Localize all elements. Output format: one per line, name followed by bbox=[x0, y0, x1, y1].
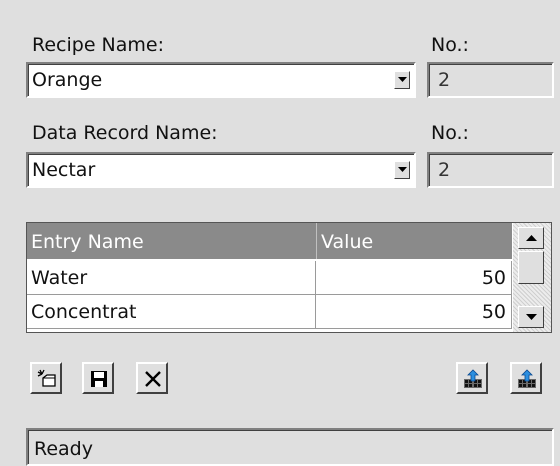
table-header: Entry Name Value bbox=[27, 223, 512, 259]
data-record-no-value: 2 bbox=[438, 159, 451, 181]
recipe-no-label: No.: bbox=[431, 34, 469, 56]
delete-button[interactable] bbox=[136, 362, 168, 394]
scroll-down-button[interactable] bbox=[518, 306, 544, 328]
status-text: Ready bbox=[34, 438, 93, 460]
import-button[interactable] bbox=[510, 362, 542, 394]
scrollbar-thumb[interactable] bbox=[518, 251, 544, 284]
delete-icon bbox=[145, 371, 161, 387]
table-row[interactable]: Water 50 bbox=[27, 261, 512, 295]
column-header-value[interactable]: Value bbox=[317, 223, 512, 259]
recipe-no-field: 2 bbox=[427, 62, 554, 98]
arrow-up-icon bbox=[526, 235, 537, 241]
entry-name-cell[interactable]: Concentrat bbox=[27, 295, 316, 329]
new-record-button[interactable] bbox=[30, 362, 62, 394]
recipe-name-combobox[interactable]: Orange bbox=[26, 62, 416, 98]
data-record-name-combobox[interactable]: Nectar bbox=[26, 152, 416, 188]
chevron-down-icon bbox=[398, 77, 407, 82]
import-icon bbox=[518, 369, 536, 388]
arrow-down-icon bbox=[526, 314, 537, 320]
recipe-name-label: Recipe Name: bbox=[32, 34, 165, 56]
export-icon bbox=[464, 369, 482, 388]
data-record-name-value: Nectar bbox=[32, 159, 96, 181]
status-bar: Ready bbox=[26, 428, 554, 466]
entry-value-cell[interactable]: 50 bbox=[316, 261, 512, 295]
recipe-no-value: 2 bbox=[438, 69, 451, 91]
data-record-no-field: 2 bbox=[427, 152, 554, 188]
entry-name-cell[interactable]: Water bbox=[27, 261, 316, 295]
entry-value-cell[interactable]: 50 bbox=[316, 295, 512, 329]
data-record-dropdown-button[interactable] bbox=[394, 161, 410, 179]
data-record-no-label: No.: bbox=[431, 122, 469, 144]
recipe-entries-table: Entry Name Value Water 50 Concentrat 50 bbox=[26, 222, 552, 333]
recipe-name-value: Orange bbox=[32, 69, 103, 91]
column-header-entry-name[interactable]: Entry Name bbox=[27, 223, 317, 259]
save-icon bbox=[91, 371, 107, 387]
vertical-scrollbar[interactable] bbox=[513, 223, 551, 332]
table-row[interactable]: Concentrat 50 bbox=[27, 295, 512, 329]
data-record-name-label: Data Record Name: bbox=[32, 122, 218, 144]
new-record-icon bbox=[37, 369, 56, 387]
export-button[interactable] bbox=[456, 362, 488, 394]
recipe-dropdown-button[interactable] bbox=[394, 71, 410, 89]
save-button[interactable] bbox=[82, 362, 114, 394]
scroll-up-button[interactable] bbox=[518, 227, 544, 249]
chevron-down-icon bbox=[398, 167, 407, 172]
